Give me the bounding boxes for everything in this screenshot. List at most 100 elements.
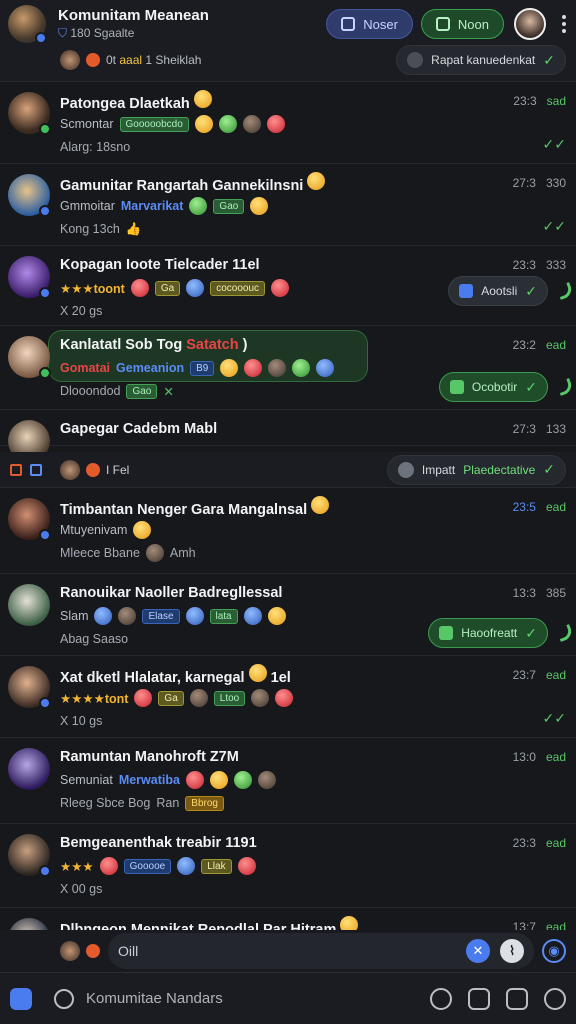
square-icon [10,463,22,476]
tag: Gooooe [123,858,172,874]
timestamp: 13:3 385 [512,586,566,600]
avatar [8,666,51,709]
chat-icon [435,17,450,31]
pinned-meeting-pill[interactable]: Rapat kanuedenkat ✓ [396,45,566,75]
emoji-icon [268,359,287,377]
chat-preview: Scmontar Gooooobcdo [60,112,566,136]
emoji-icon [257,771,276,789]
emoji-icon [145,544,164,562]
header-subtitle: ⛉ 180 Sgaalte [58,26,135,40]
emoji-icon [275,689,294,707]
pinned-bar: I Fel Impatt Plaedectative ✓ [0,452,576,488]
chat-row-highlighted[interactable]: Kanlatatl Sob Tog Satatch ) 23:2 ead Goma… [0,326,576,410]
chat-title: Gapegar Cadebm Mabl [60,421,218,437]
emoji-icon [292,359,311,377]
reply-bubble[interactable]: Aootsli ✓ [448,276,548,306]
check-icon: ✓ [525,624,537,641]
chat-preview: ★★★★tont Ga Ltoo [60,686,566,710]
emoji-icon [185,607,204,625]
emoji-icon [266,115,285,133]
avatar [8,834,51,877]
member-avatar [60,941,80,961]
tag: Gooooobcdo [119,116,189,132]
attach-icon[interactable]: ⌇ [500,939,524,963]
chat-row[interactable]: Ranouikar Naoller Badregllessal 13:3 385 … [0,574,576,656]
header-title: Komunitam Meanean [58,7,209,24]
emoji-icon [250,197,269,215]
emoji-icon [133,521,152,539]
chat-meta: Rleeg Sbce Bog Ran Bbrog [60,792,566,814]
send-icon[interactable]: ◉ [542,939,566,963]
emoji-icon [233,771,252,789]
noon-button[interactable]: Noon [420,9,504,39]
chat-preview: Semuniat Merwatiba [60,768,566,792]
chat-row[interactable]: Gamunitar Rangartah Gannekilnsni 27:3 330… [0,164,576,246]
avatar [8,92,51,135]
chat-row[interactable]: Ramuntan Manohroft Z7M 13:0 ead Semuniat … [0,738,576,824]
timestamp: 23:7 ead [512,668,566,682]
chat-row[interactable]: Bemgeanenthak treabir 1191 23:3 ead ★★★ G… [0,824,576,908]
reply-bubble[interactable]: Haoofreatt ✓ [428,618,548,648]
important-pill[interactable]: Impatt Plaedectative ✓ [386,454,566,485]
emoji-icon [134,689,153,707]
search-field[interactable]: Komumitae Nandars [86,990,223,1007]
music-icon [449,380,464,394]
community-avatar[interactable] [8,5,47,44]
emoji-picker-icon[interactable] [430,987,452,1010]
tag: Ga [158,690,184,706]
emoji-icon [193,90,212,108]
emoji-icon [130,279,149,297]
cancel-icon[interactable]: ✕ [466,939,490,963]
emoji-icon [316,359,335,377]
doc-icon [459,284,474,298]
fire-badge-icon [86,53,100,67]
chat-title: Timbantan Nenger Gara Mangalnsal [60,496,566,518]
chat-row[interactable]: Xat dketl Hlalatar, karnegal 1el 23:7 ead… [0,656,576,738]
tag: Elase [142,608,180,624]
emoji-icon [243,607,262,625]
tag: B9 [190,360,215,376]
tag: cocooouc [210,280,266,296]
calendar-icon [407,52,424,68]
noser-button[interactable]: Noser [326,9,413,39]
user-avatar[interactable] [514,8,546,40]
avatar [8,256,51,299]
emoji-icon [220,359,239,377]
avatar [8,336,51,379]
compose-bar: Oill ✕ ⌇ ◉ [0,930,576,972]
avatar [8,174,51,217]
message-input[interactable]: Oill ✕ ⌇ [108,933,534,969]
camera-icon[interactable] [468,987,490,1010]
reply-bubble[interactable]: Ocobotir ✓ [438,372,548,402]
emoji-icon [186,279,205,297]
avatar [8,498,51,541]
timestamp: 23:5 ead [512,500,566,514]
online-badge-icon [39,123,51,135]
timestamp: 13:0 ead [512,750,566,764]
chat-row[interactable]: Patongea Dlaetkah 23:3 sad Scmontar Goooo… [0,82,576,164]
more-options-icon[interactable] [562,15,566,33]
chat-title: Kopagan Ioote Tielcader 11el [60,257,260,273]
check-icon: ✓ [543,51,555,68]
emoji-icon [189,689,208,707]
add-icon[interactable] [544,987,566,1010]
chat-row[interactable]: Gapegar Cadebm Mabl 27:3 133 [0,410,576,462]
chat-header: Komunitam Meanean ⛉ 180 Sgaalte Noser No… [0,0,576,82]
chat-title: Bemgeanenthak treabir 1191 [60,835,257,851]
search-icon[interactable] [54,988,74,1009]
square-icon [30,463,42,476]
chat-row[interactable]: Kopagan Ioote Tielcader 11el 23:3 333 ★★★… [0,246,576,326]
emoji-icon [94,607,113,625]
emoji-icon [177,857,196,875]
verified-badge-icon [39,697,51,709]
check-icon: ✓ [543,461,555,477]
emoji-icon [209,771,228,789]
app-logo-icon[interactable] [10,987,32,1010]
tag: Ltoo [213,690,246,706]
chat-row[interactable]: Timbantan Nenger Gara Mangalnsal 23:5 ead… [0,488,576,574]
sticker-icon[interactable] [506,987,528,1010]
chat-title: Xat dketl Hlalatar, karnegal 1el [60,664,566,686]
emoji-icon [244,359,263,377]
verified-badge-icon [39,865,51,877]
member-avatar [60,50,80,70]
